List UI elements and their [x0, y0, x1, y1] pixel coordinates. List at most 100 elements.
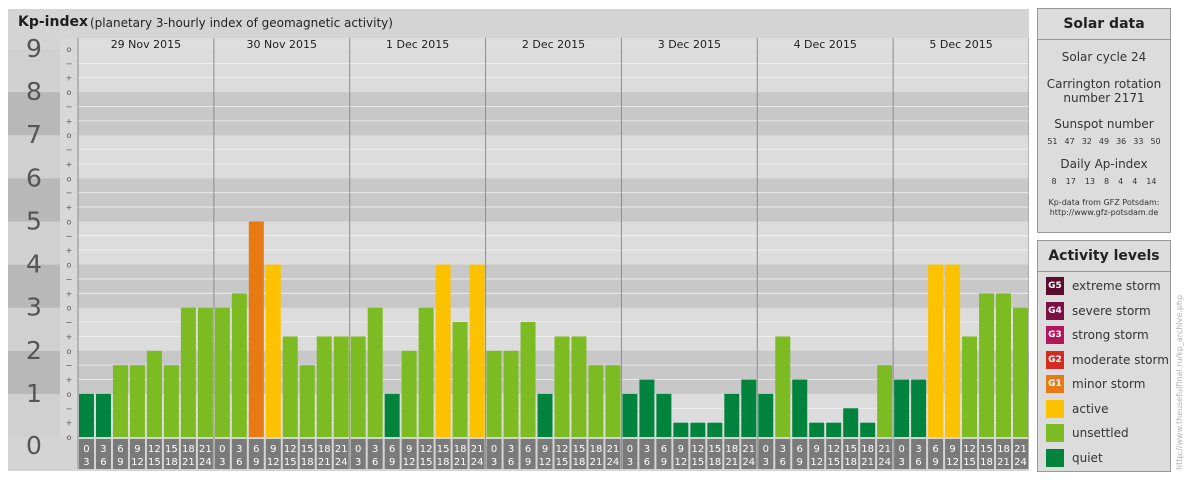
- minor-tick-label: +: [66, 117, 73, 126]
- interval-start-label: 21: [1014, 444, 1027, 455]
- interval-start-label: 6: [525, 444, 531, 455]
- kp-bar: [996, 293, 1012, 437]
- interval-end-label: 21: [725, 457, 738, 468]
- chart-subtitle: (planetary 3-hourly index of geomagnetic…: [90, 16, 393, 30]
- interval-end-label: 6: [780, 457, 786, 468]
- day-label: 29 Nov 2015: [111, 38, 181, 51]
- interval-end-label: 12: [946, 457, 959, 468]
- kp-bar: [809, 422, 825, 437]
- interval-start-label: 3: [508, 444, 514, 455]
- activity-level-label: strong storm: [1072, 328, 1149, 342]
- carrington-rotation-label: Carrington rotation: [1046, 77, 1162, 91]
- kp-bar: [656, 393, 672, 437]
- interval-start-label: 0: [763, 444, 769, 455]
- interval-start-label: 12: [284, 444, 297, 455]
- interval-end-label: 24: [878, 457, 891, 468]
- interval-start-label: 12: [827, 444, 840, 455]
- interval-end-label: 15: [284, 457, 297, 468]
- data-source-link[interactable]: http://www.gfz-potsdam.de: [1038, 208, 1170, 218]
- interval-start-label: 6: [389, 444, 395, 455]
- interval-start-label: 9: [134, 444, 140, 455]
- day-label: 1 Dec 2015: [386, 38, 449, 51]
- day-label: 4 Dec 2015: [794, 38, 857, 51]
- interval-end-label: 12: [539, 457, 552, 468]
- kp-bar: [146, 350, 162, 437]
- data-source-label: Kp-data from GFZ Potsdam:: [1048, 198, 1160, 207]
- kp-bar: [112, 365, 128, 437]
- y-tick-label: 9: [26, 34, 42, 63]
- activity-level-label: severe storm: [1072, 303, 1151, 318]
- interval-end-label: 24: [335, 457, 348, 468]
- activity-level-row: G4 severe storm: [1046, 301, 1151, 321]
- minor-tick-label: −: [66, 146, 73, 155]
- y-tick-label: 4: [26, 250, 42, 279]
- interval-start-label: 9: [949, 444, 955, 455]
- minor-tick-label: o: [67, 304, 72, 313]
- interval-end-label: 3: [219, 457, 225, 468]
- minor-tick-label: o: [67, 174, 72, 183]
- interval-start-label: 21: [471, 444, 484, 455]
- interval-start-label: 18: [997, 444, 1010, 455]
- sunspot-value: 51: [1047, 137, 1058, 146]
- minor-tick-label: o: [67, 131, 72, 140]
- kp-bar: [299, 365, 315, 437]
- interval-start-label: 9: [406, 444, 412, 455]
- interval-end-label: 9: [661, 457, 667, 468]
- interval-end-label: 12: [674, 457, 687, 468]
- interval-end-label: 15: [556, 457, 569, 468]
- interval-end-label: 18: [301, 457, 314, 468]
- kp-band: [78, 264, 1029, 308]
- interval-end-label: 12: [403, 457, 416, 468]
- kp-bar: [741, 379, 757, 437]
- activity-level-row: G2 moderate storm: [1046, 350, 1169, 370]
- kp-bar: [758, 393, 774, 437]
- sunspot-value: 47: [1064, 137, 1075, 146]
- kp-bar: [163, 365, 179, 437]
- kp-bar: [724, 393, 740, 437]
- minor-tick-label: +: [66, 419, 73, 428]
- kp-bar: [418, 307, 434, 437]
- interval-end-label: 24: [471, 457, 484, 468]
- interval-start-label: 15: [165, 444, 178, 455]
- interval-start-label: 6: [253, 444, 259, 455]
- activity-levels-title: Activity levels: [1038, 241, 1170, 272]
- credit-url: http://www.theusefulfinal.ru/kp_archive.…: [1175, 294, 1184, 470]
- chart-header: Kp-index (planetary 3-hourly index of ge…: [8, 9, 1029, 37]
- kp-bar: [962, 336, 978, 437]
- ap-index-title: Daily Ap-index: [1060, 157, 1148, 171]
- minor-tick-label: o: [67, 45, 72, 54]
- interval-end-label: 24: [607, 457, 620, 468]
- minor-tick-label: −: [66, 189, 73, 198]
- interval-end-label: 9: [389, 457, 395, 468]
- minor-tick-label: −: [66, 59, 73, 68]
- interval-end-label: 18: [165, 457, 178, 468]
- kp-bar: [843, 408, 859, 437]
- interval-end-label: 12: [810, 457, 823, 468]
- kp-bar: [979, 293, 995, 437]
- sunspot-values: 51 47 32 49 36 33 50: [1038, 137, 1170, 146]
- kp-bar: [860, 422, 876, 437]
- interval-start-label: 9: [814, 444, 820, 455]
- kp-bar: [231, 293, 247, 437]
- sunspot-title: Sunspot number: [1054, 117, 1154, 131]
- minor-tick-label: −: [66, 102, 73, 111]
- kp-bar: [316, 336, 332, 437]
- solar-data-title: Solar data: [1038, 9, 1170, 40]
- kp-bar: [469, 264, 485, 437]
- sunspot-value: 50: [1150, 137, 1161, 146]
- interval-start-label: 15: [437, 444, 450, 455]
- kp-bar: [571, 336, 587, 437]
- kp-bar: [401, 350, 417, 437]
- activity-level-row: G3 strong storm: [1046, 325, 1149, 345]
- activity-level-swatch: G3: [1046, 326, 1064, 344]
- kp-bar: [775, 336, 791, 437]
- kp-bar: [95, 393, 111, 437]
- minor-tick-label: +: [66, 376, 73, 385]
- interval-end-label: 12: [267, 457, 280, 468]
- kp-bar: [384, 393, 400, 437]
- interval-start-label: 0: [627, 444, 633, 455]
- interval-start-label: 15: [708, 444, 721, 455]
- interval-end-label: 24: [1014, 457, 1027, 468]
- activity-level-label: quiet: [1072, 450, 1103, 465]
- minor-tick-label: o: [67, 217, 72, 226]
